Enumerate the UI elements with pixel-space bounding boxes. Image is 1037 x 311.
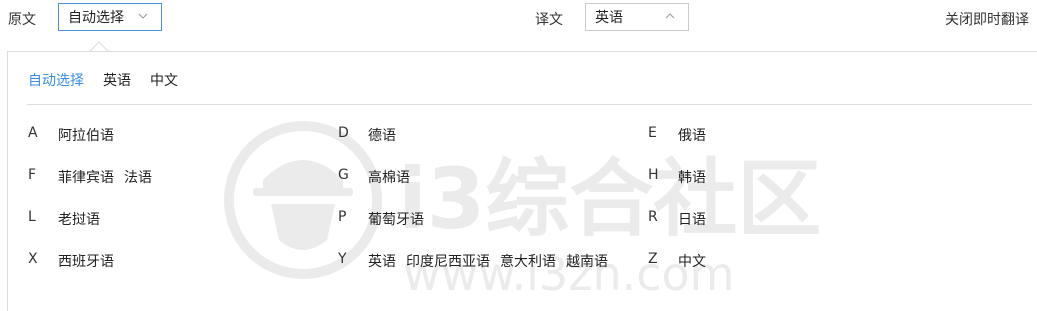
- language-option[interactable]: 印度尼西亚语: [406, 251, 490, 271]
- language-option[interactable]: 德语: [368, 125, 396, 145]
- language-group: 老挝语: [58, 209, 100, 229]
- language-group: 中文: [678, 251, 706, 271]
- language-option[interactable]: 老挝语: [58, 209, 100, 229]
- language-group: 英语 印度尼西亚语 意大利语 越南语: [368, 251, 608, 271]
- language-option[interactable]: 阿拉伯语: [58, 125, 114, 145]
- language-option[interactable]: 西班牙语: [58, 251, 114, 271]
- language-option[interactable]: 越南语: [566, 251, 608, 271]
- language-group: 菲律宾语 法语: [58, 167, 152, 187]
- language-option[interactable]: 葡萄牙语: [368, 209, 424, 229]
- letter-index: G: [338, 167, 349, 183]
- translation-toolbar: 原文 自动选择 译文 英语 关闭即时翻译: [0, 0, 1037, 36]
- language-group: 韩语: [678, 167, 706, 187]
- letter-index: D: [338, 125, 349, 141]
- target-language-select[interactable]: 英语: [585, 3, 689, 31]
- chevron-up-icon: [665, 13, 675, 19]
- language-tab[interactable]: 中文: [150, 70, 178, 90]
- language-option[interactable]: 菲律宾语: [58, 167, 114, 187]
- letter-index: P: [338, 209, 347, 225]
- close-instant-translate-link[interactable]: 关闭即时翻译: [945, 9, 1029, 29]
- source-language-select[interactable]: 自动选择: [58, 3, 162, 31]
- language-option[interactable]: 中文: [678, 251, 706, 271]
- source-language-label: 原文: [8, 12, 36, 28]
- letter-index: E: [648, 125, 657, 141]
- language-group: 德语: [368, 125, 396, 145]
- letter-index: F: [28, 167, 37, 183]
- source-language-value: 自动选择: [68, 10, 124, 26]
- language-option[interactable]: 意大利语: [500, 251, 556, 271]
- language-group: 日语: [678, 209, 706, 229]
- letter-index: A: [28, 125, 38, 141]
- language-group: 葡萄牙语: [368, 209, 424, 229]
- letter-index: R: [648, 209, 658, 225]
- letter-index: X: [28, 251, 38, 267]
- language-tab[interactable]: 英语: [103, 70, 131, 90]
- language-group: 阿拉伯语: [58, 125, 114, 145]
- letter-index: Y: [338, 251, 347, 267]
- language-group: 西班牙语: [58, 251, 114, 271]
- watermark-brand: i3综合社区: [398, 150, 821, 248]
- language-option[interactable]: 俄语: [678, 125, 706, 145]
- target-language-label: 译文: [535, 12, 563, 28]
- letter-index: L: [28, 209, 36, 225]
- language-tabs: 自动选择 英语 中文: [28, 70, 178, 90]
- language-tab[interactable]: 自动选择: [28, 70, 84, 90]
- chevron-down-icon: [138, 13, 148, 19]
- letter-index: Z: [648, 251, 658, 267]
- language-dropdown-panel: i3综合社区 www.i3zh.com 自动选择 英语 中文 A 阿拉伯语 D 德语 E 俄语…: [7, 51, 1037, 311]
- language-option[interactable]: 法语: [124, 167, 152, 187]
- language-option[interactable]: 高棉语: [368, 167, 410, 187]
- language-option[interactable]: 韩语: [678, 167, 706, 187]
- tabs-divider: [27, 104, 1032, 105]
- language-group: 高棉语: [368, 167, 410, 187]
- letter-index: H: [648, 167, 659, 183]
- target-language-value: 英语: [595, 10, 623, 26]
- language-option[interactable]: 日语: [678, 209, 706, 229]
- watermark-logo: i3综合社区 www.i3zh.com: [224, 121, 821, 300]
- language-option[interactable]: 英语: [368, 251, 396, 271]
- language-group: 俄语: [678, 125, 706, 145]
